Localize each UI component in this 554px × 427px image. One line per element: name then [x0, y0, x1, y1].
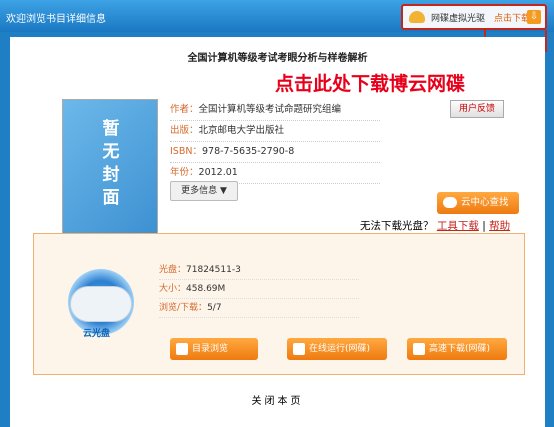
feedback-button[interactable]: 用户反馈: [450, 100, 504, 118]
publisher-row: 出版：北京邮电大学出版社: [170, 121, 380, 142]
help-link[interactable]: 帮助: [489, 220, 510, 232]
isbn-label: ISBN: [170, 146, 193, 157]
disc-value: 71824511-3: [186, 265, 241, 275]
download-icon[interactable]: ⇩: [527, 10, 541, 24]
isbn-value: 978-7-5635-2790-8: [201, 146, 295, 157]
views-label: 浏览/下载: [159, 303, 199, 313]
author-row: 作者：全国计算机等级考试命题研究组编: [170, 100, 380, 121]
book-cover: 暂 无 封 面: [62, 99, 158, 251]
download-annotation: 点击此处下载博云网碟: [275, 73, 466, 95]
book-title: 全国计算机等级考试考眼分析与样卷解析: [187, 53, 368, 64]
help-row: 无法下载光盘？ 工具下载 | 帮助: [360, 218, 510, 233]
welcome-text: 欢迎浏览书目详细信息: [6, 14, 106, 25]
book-info: 作者：全国计算机等级考试命题研究组编 出版：北京邮电大学出版社 ISBN：978…: [170, 100, 380, 184]
cant-download-text: 无法下载光盘？: [360, 220, 434, 232]
top-bar: 欢迎浏览书目详细信息 网碟虚拟光驱 点击下载 ⇩: [0, 0, 554, 32]
browse-directory-button[interactable]: 目录浏览: [170, 338, 258, 360]
size-value: 458.69M: [186, 284, 226, 294]
click-download-link[interactable]: 点击下载: [494, 11, 530, 24]
folder-icon: [176, 342, 188, 355]
publisher-value: 北京邮电大学出版社: [198, 125, 285, 136]
isbn-row: ISBN：978-7-5635-2790-8: [170, 142, 380, 163]
download-icon: [413, 342, 425, 355]
disc-label: 光盘: [159, 265, 178, 275]
cloud-search-button[interactable]: 云中心查找: [437, 192, 519, 214]
cloud-icon: [443, 197, 457, 208]
virtual-drive-download[interactable]: 网碟虚拟光驱 点击下载 ⇩: [401, 4, 547, 30]
close-page-link[interactable]: 关闭本页: [10, 392, 545, 407]
cloud-icon: [409, 11, 425, 23]
cover-char: 暂: [102, 119, 120, 139]
disc-stats: 光盘：71824511-3 大小：458.69M 浏览/下载：5/7: [159, 261, 359, 318]
cover-char: 面: [102, 188, 120, 208]
tool-download-link[interactable]: 工具下载: [437, 220, 479, 232]
run-label: 在线运行(网碟): [309, 344, 371, 354]
annotation-line: [545, 30, 547, 52]
browse-label: 目录浏览: [192, 344, 229, 354]
author-value: 全国计算机等级考试命题研究组编: [198, 104, 342, 115]
year-label: 年份: [170, 167, 190, 178]
disc-panel: 云光盘 光盘：71824511-3 大小：458.69M 浏览/下载：5/7 目…: [33, 233, 525, 375]
download-label: 高速下载(网碟): [429, 344, 491, 354]
publisher-label: 出版: [170, 125, 190, 136]
fast-download-button[interactable]: 高速下载(网碟): [407, 338, 507, 360]
author-label: 作者: [170, 104, 190, 115]
size-label: 大小: [159, 284, 178, 294]
cover-char: 无: [102, 142, 120, 162]
run-online-button[interactable]: 在线运行(网碟): [287, 338, 387, 360]
main-panel: 全国计算机等级考试考眼分析与样卷解析 点击此处下载博云网碟 暂 无 封 面 作者…: [10, 37, 545, 427]
cover-char: 封: [102, 165, 120, 185]
play-icon: [293, 342, 305, 355]
views-value: 5/7: [207, 303, 222, 313]
cloud-search-label: 云中心查找: [461, 197, 509, 208]
year-value: 2012.01: [198, 167, 238, 178]
virtual-drive-label: 网碟虚拟光驱: [431, 14, 486, 24]
more-info-button[interactable]: 更多信息 ▼: [170, 181, 238, 201]
cloud-icon: [70, 286, 132, 322]
separator: |: [482, 220, 486, 232]
cloud-disc-label: 云光盘: [83, 329, 111, 339]
